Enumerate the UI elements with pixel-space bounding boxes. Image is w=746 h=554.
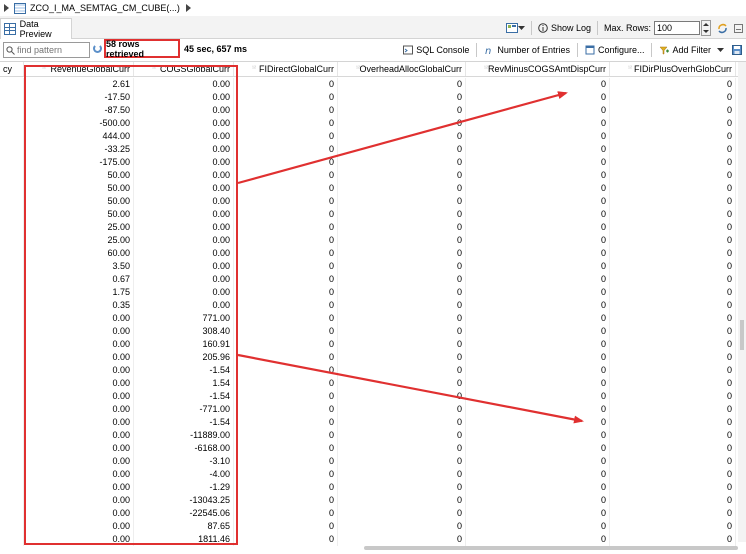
annotation-arrow-bottom	[237, 353, 584, 424]
annotation-arrow-top	[237, 91, 568, 185]
annotation-arrows	[237, 91, 584, 424]
